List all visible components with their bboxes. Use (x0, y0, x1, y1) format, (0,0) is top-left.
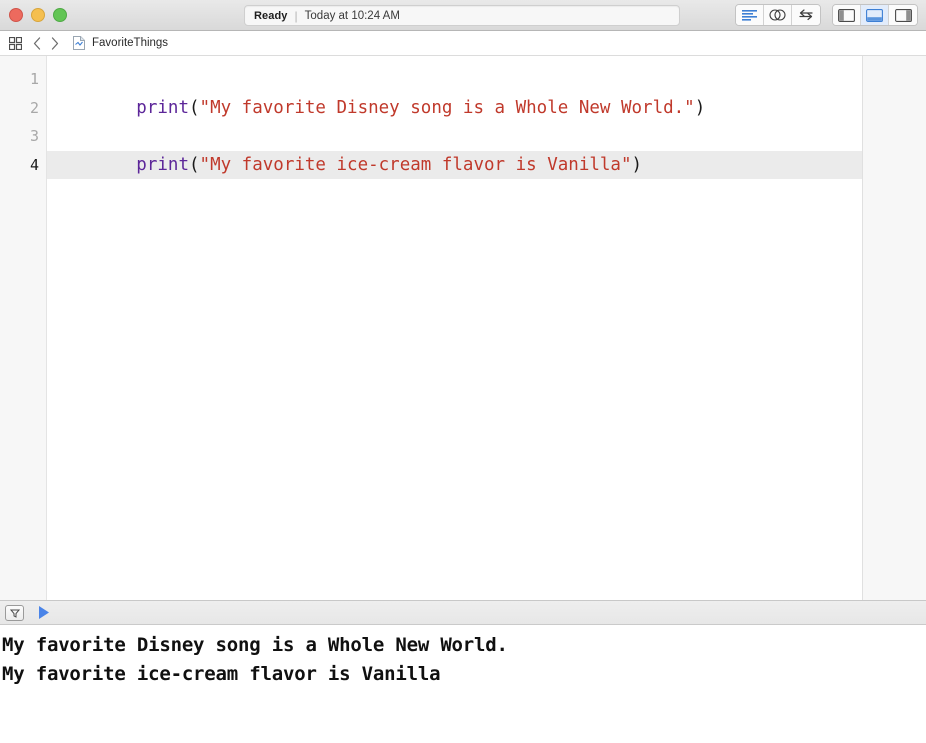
code-token-keyword: print (136, 154, 189, 175)
editor-right-gutter[interactable] (862, 56, 926, 600)
navigation-chevrons (29, 34, 63, 52)
console-filter-button[interactable] (5, 604, 24, 621)
line-number: 2 (29, 98, 39, 117)
code-token-punct: ) (631, 154, 643, 175)
editor-mode-group (735, 4, 821, 26)
console-output[interactable]: My favorite Disney song is a Whole New W… (0, 625, 926, 743)
line-number: 3 (29, 127, 39, 145)
console-output-line: My favorite Disney song is a Whole New W… (2, 634, 508, 656)
navigator-panel-icon (838, 8, 855, 22)
code-token-string: "My favorite Disney song is a Whole New … (199, 97, 695, 118)
maximize-window-button[interactable] (53, 8, 67, 22)
code-line[interactable]: print("My favorite ice-cream flavor is V… (47, 122, 862, 175)
status-timestamp: Today at 10:24 AM (304, 9, 400, 22)
version-editor-button[interactable] (792, 5, 820, 25)
back-button[interactable] (29, 34, 45, 52)
code-text-area[interactable]: print("My favorite Disney song is a Whol… (47, 56, 862, 600)
code-token-punct: ) (694, 97, 706, 118)
code-token-keyword: print (136, 97, 189, 118)
navigator-panel-toggle[interactable] (833, 5, 861, 25)
file-icon-wrap (71, 35, 86, 51)
toolbar-right-controls (735, 4, 918, 26)
minimize-window-button[interactable] (31, 8, 45, 22)
forward-button[interactable] (47, 34, 63, 52)
close-window-button[interactable] (9, 8, 23, 22)
chevron-left-icon (33, 36, 41, 50)
line-number: 1 (29, 70, 39, 88)
grid-icon (8, 36, 22, 50)
status-state: Ready (254, 9, 288, 22)
filter-dropdown-icon (9, 609, 20, 618)
code-token-punct: ( (188, 97, 200, 118)
debug-panel-icon (866, 8, 883, 22)
debug-panel-toggle[interactable] (861, 5, 889, 25)
status-bar: Ready | Today at 10:24 AM (244, 5, 680, 26)
grid-view-button[interactable] (5, 33, 25, 53)
line-number: 4 (29, 155, 39, 174)
code-token-punct: ( (188, 154, 200, 175)
line-number-gutter: 1 2 3 4 (0, 56, 47, 600)
status-separator: | (294, 8, 298, 23)
version-editor-icon (799, 9, 813, 21)
panel-toggle-group (832, 4, 918, 26)
playground-file-icon (72, 36, 85, 50)
code-line[interactable]: print("My favorite Disney song is a Whol… (47, 65, 862, 118)
assistant-editor-icon (769, 9, 786, 21)
standard-editor-button[interactable] (736, 5, 764, 25)
playground-window: Ready | Today at 10:24 AM FavoriteThings… (0, 0, 926, 743)
breadcrumb-file-name[interactable]: FavoriteThings (92, 37, 168, 49)
breadcrumb: FavoriteThings (0, 31, 926, 56)
console-output-line: My favorite ice-cream flavor is Vanilla (2, 663, 441, 685)
standard-editor-icon (742, 9, 757, 21)
utilities-panel-toggle[interactable] (889, 5, 917, 25)
console-run-button[interactable] (34, 604, 52, 622)
code-token-string: "My favorite ice-cream flavor is Vanilla… (199, 154, 632, 175)
assistant-editor-button[interactable] (764, 5, 792, 25)
chevron-right-icon (51, 36, 59, 50)
run-play-icon (38, 606, 49, 619)
traffic-lights (0, 8, 67, 22)
code-editor[interactable]: 1 2 3 4 print("My favorite Disney song i… (0, 56, 926, 600)
utilities-panel-icon (894, 8, 912, 22)
console-toolbar (0, 600, 926, 625)
title-bar: Ready | Today at 10:24 AM (0, 0, 926, 31)
